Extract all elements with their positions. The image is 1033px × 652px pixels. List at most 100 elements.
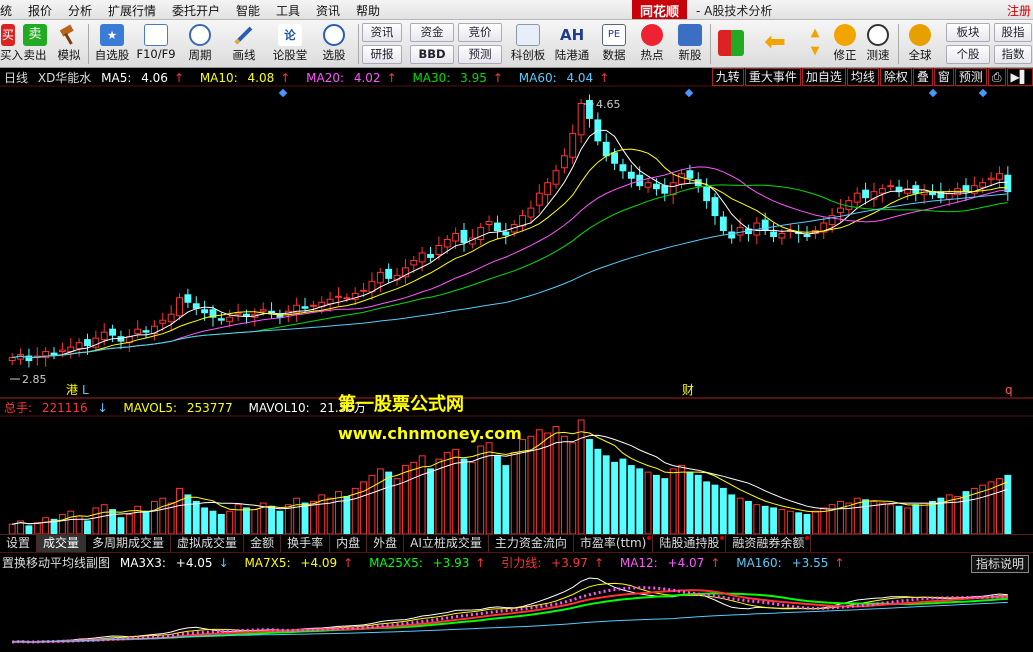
volume-bar bbox=[979, 484, 987, 535]
individual-stock-button[interactable]: 个股 bbox=[946, 45, 990, 64]
news-button[interactable]: 资讯 bbox=[362, 23, 402, 42]
candle-body bbox=[142, 330, 150, 333]
forum-button[interactable]: 论 论股堂 bbox=[268, 22, 312, 66]
speed-test-button[interactable]: 测速 bbox=[862, 22, 894, 66]
volume-bar bbox=[870, 500, 878, 535]
event-marker-icon[interactable] bbox=[278, 88, 288, 98]
menu-trading[interactable]: 委托开户 bbox=[172, 2, 220, 19]
tab-ai-volume[interactable]: AI立桩成交量 bbox=[404, 535, 489, 552]
l-marker[interactable]: L bbox=[82, 383, 89, 397]
event-markers[interactable] bbox=[278, 88, 988, 98]
candle-body bbox=[502, 231, 510, 236]
window-tab[interactable]: 窗 bbox=[933, 68, 954, 86]
tab-margin-balance[interactable]: 融资融券余额 bbox=[726, 535, 812, 552]
f10-button[interactable]: F10/F9 bbox=[134, 22, 178, 66]
bbd-button[interactable]: BBD bbox=[410, 45, 454, 64]
forecast-tab[interactable]: 预测 bbox=[954, 68, 987, 86]
candle-body bbox=[778, 233, 786, 239]
menu-tools[interactable]: 工具 bbox=[276, 2, 300, 19]
auction-button[interactable]: 竞价 bbox=[458, 23, 502, 42]
candle-body bbox=[326, 298, 334, 305]
event-marker-icon[interactable] bbox=[978, 88, 988, 98]
event-marker-icon[interactable] bbox=[684, 88, 694, 98]
sector-button[interactable]: 板块 bbox=[946, 23, 990, 42]
tab-inner-volume[interactable]: 内盘 bbox=[330, 535, 368, 552]
funds-button[interactable]: 资金 bbox=[410, 23, 454, 42]
draw-line-button[interactable]: 画线 bbox=[224, 22, 264, 66]
volume-bar bbox=[652, 474, 660, 535]
chart-area[interactable]: 4.65 2.85 港 L 财 q 日线 XD华能水 MA5: 4.06 ↑ MA… bbox=[0, 68, 1033, 652]
sell-button[interactable]: 卖 卖出 bbox=[20, 22, 50, 66]
search-icon bbox=[323, 24, 345, 46]
nine-turn-tab[interactable]: 九转 bbox=[711, 68, 744, 86]
hk-connect-marker[interactable]: 港 bbox=[66, 383, 78, 397]
ma30-line bbox=[12, 184, 1008, 359]
tab-outer-volume[interactable]: 外盘 bbox=[367, 535, 405, 552]
volume-bar bbox=[778, 509, 786, 535]
candle-body bbox=[853, 192, 861, 203]
data-button[interactable]: PE 数据 bbox=[596, 22, 632, 66]
watchlist-button[interactable]: ★ 自选股 bbox=[92, 22, 132, 66]
ma-lines-tab[interactable]: 均线 bbox=[846, 68, 879, 86]
color-grid-button[interactable] bbox=[714, 22, 748, 66]
q-marker[interactable]: q bbox=[1005, 383, 1013, 397]
menu-quotes[interactable]: 报价 bbox=[28, 2, 52, 19]
tab-turnover[interactable]: 换手率 bbox=[281, 535, 331, 552]
simulate-button[interactable]: 模拟 bbox=[54, 22, 84, 66]
buy-button[interactable]: 买 买入 bbox=[0, 22, 23, 66]
financial-report-marker[interactable]: 财 bbox=[682, 383, 694, 397]
tab-settings[interactable]: 设置 bbox=[0, 535, 38, 552]
ipo-icon bbox=[678, 24, 702, 46]
up-down-button[interactable]: ▲ ▼ bbox=[802, 22, 828, 66]
tab-multi-period-volume[interactable]: 多周期成交量 bbox=[86, 535, 172, 552]
stock-screener-button[interactable]: 选股 bbox=[314, 22, 354, 66]
tab-pe-ttm[interactable]: 市盈率(ttm) bbox=[574, 535, 654, 552]
tab-northbound-holdings[interactable]: 陆股通持股 bbox=[653, 535, 727, 552]
candle-body bbox=[987, 177, 995, 181]
correction-button[interactable]: 修正 bbox=[830, 22, 860, 66]
tab-main-fund-flow[interactable]: 主力资金流向 bbox=[489, 535, 574, 552]
volume-bar bbox=[970, 487, 978, 535]
arrow-up-icon: ▲ bbox=[810, 25, 820, 39]
toolbar: 买 买入 卖 卖出 模拟 ★ 自选股 F10/F9 周期 画线 论 论股堂 选股… bbox=[0, 20, 1033, 68]
volume-bar bbox=[226, 510, 234, 535]
menu-extended-quotes[interactable]: 扩展行情 bbox=[108, 2, 156, 19]
volume-bar bbox=[594, 448, 602, 535]
period-button[interactable]: 周期 bbox=[180, 22, 220, 66]
volume-bar bbox=[410, 461, 418, 535]
menu-help[interactable]: 帮助 bbox=[356, 2, 380, 19]
ex-rights-tab[interactable]: 除权 bbox=[879, 68, 912, 86]
hk-connect-button[interactable]: AH 陆港通 bbox=[552, 22, 592, 66]
index-futures-button[interactable]: 股指 bbox=[994, 23, 1032, 42]
research-button[interactable]: 研报 bbox=[362, 45, 402, 64]
menu-smart[interactable]: 智能 bbox=[236, 2, 260, 19]
tab-volume[interactable]: 成交量 bbox=[37, 535, 87, 552]
global-button[interactable]: 全球 bbox=[902, 22, 938, 66]
volume-bar bbox=[895, 505, 903, 535]
add-watchlist-tab[interactable]: 加自选 bbox=[801, 68, 846, 86]
event-marker-icon[interactable] bbox=[928, 88, 938, 98]
register-link[interactable]: 注册 bbox=[1007, 2, 1031, 19]
overlay-tab[interactable]: 叠 bbox=[912, 68, 933, 86]
major-events-tab[interactable]: 重大事件 bbox=[744, 68, 801, 86]
watermark-url: www.chnmoney.com bbox=[338, 424, 522, 443]
index-button[interactable]: 指数 bbox=[994, 45, 1032, 64]
volume-bar bbox=[903, 507, 911, 535]
hot-spot-button[interactable]: 热点 bbox=[634, 22, 670, 66]
period-label[interactable]: 日线 bbox=[4, 71, 28, 85]
star-market-button[interactable]: 科创板 bbox=[506, 22, 550, 66]
ipo-button[interactable]: 新股 bbox=[672, 22, 708, 66]
forecast-button[interactable]: 预测 bbox=[458, 45, 502, 64]
back-button[interactable]: ⬅ bbox=[756, 22, 794, 66]
volume-bar bbox=[452, 448, 460, 535]
lock-icon[interactable]: ⎙ bbox=[987, 68, 1006, 86]
menu-news[interactable]: 资讯 bbox=[316, 2, 340, 19]
candlestick-series bbox=[8, 94, 1012, 368]
play-end-icon[interactable]: ▶▌ bbox=[1006, 68, 1033, 86]
menu-analysis[interactable]: 分析 bbox=[68, 2, 92, 19]
tab-virtual-volume[interactable]: 虚拟成交量 bbox=[171, 535, 245, 552]
volume-bar bbox=[569, 442, 577, 535]
indicator-help-button[interactable]: 指标说明 bbox=[970, 555, 1029, 573]
menu-system[interactable]: 统 bbox=[0, 2, 12, 19]
tab-amount[interactable]: 金额 bbox=[244, 535, 282, 552]
